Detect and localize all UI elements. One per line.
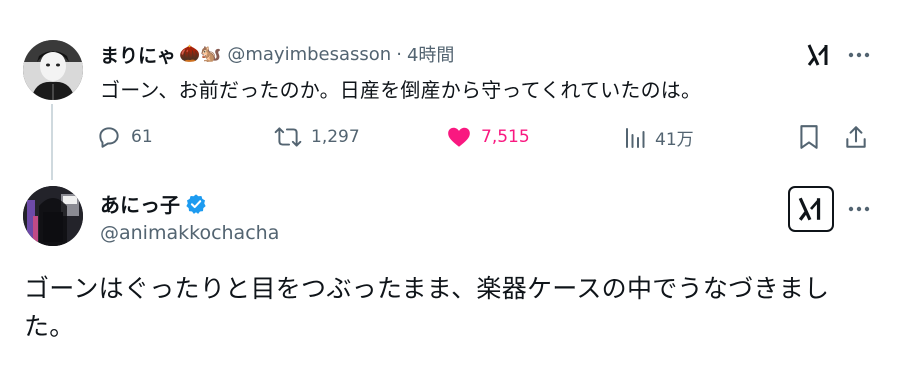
author-name[interactable]: あにっ子	[100, 189, 180, 218]
bookmark-button[interactable]	[798, 120, 820, 154]
meta-separator: ·	[396, 43, 402, 65]
avatar[interactable]	[23, 40, 83, 100]
thread-connector-line	[51, 104, 53, 180]
grok-button[interactable]	[804, 40, 834, 70]
avatar-portrait-icon	[23, 40, 83, 100]
view-count: 41万	[655, 129, 694, 150]
tweet-actions: 61 1,297 7,515 41万	[96, 120, 876, 154]
analytics-icon	[626, 128, 645, 148]
avatar-profile-icon	[23, 186, 83, 246]
tweet-text: ゴーンはぐったりと目をつぶったまま、楽器ケースの中でうなづきました。	[24, 274, 830, 341]
retweet-icon	[274, 127, 302, 147]
more-options-button[interactable]	[848, 44, 870, 66]
avatar[interactable]	[23, 186, 83, 246]
more-dots-icon	[848, 52, 870, 58]
share-icon	[846, 126, 866, 148]
reply-button[interactable]: 61	[96, 120, 153, 154]
grok-icon	[798, 197, 821, 221]
reply-count: 61	[131, 127, 153, 147]
author-name[interactable]: まりにゃ	[100, 41, 176, 68]
tweet-text: ゴーン、お前だったのか。日産を倒産から守ってくれていたのは。	[100, 78, 702, 102]
more-dots-icon	[848, 206, 870, 212]
verified-badge-icon	[185, 193, 207, 215]
retweet-count: 1,297	[311, 127, 360, 147]
like-button[interactable]: 7,515	[446, 120, 530, 154]
author-handle[interactable]: @animakkochacha	[100, 222, 279, 244]
views-button[interactable]: 41万	[624, 120, 694, 154]
grok-icon	[807, 44, 828, 66]
retweet-button[interactable]: 1,297	[274, 120, 360, 154]
grok-button[interactable]	[788, 186, 834, 232]
heart-icon	[448, 127, 470, 147]
author-handle[interactable]: @mayimbesasson	[227, 44, 391, 65]
timestamp[interactable]: 4時間	[407, 41, 454, 67]
bookmark-icon	[800, 125, 818, 149]
like-count: 7,515	[481, 127, 530, 147]
reply-icon	[99, 127, 119, 148]
more-options-button[interactable]	[848, 198, 870, 220]
share-button[interactable]	[844, 120, 868, 154]
name-emojis: 🌰🐿️	[179, 44, 222, 64]
